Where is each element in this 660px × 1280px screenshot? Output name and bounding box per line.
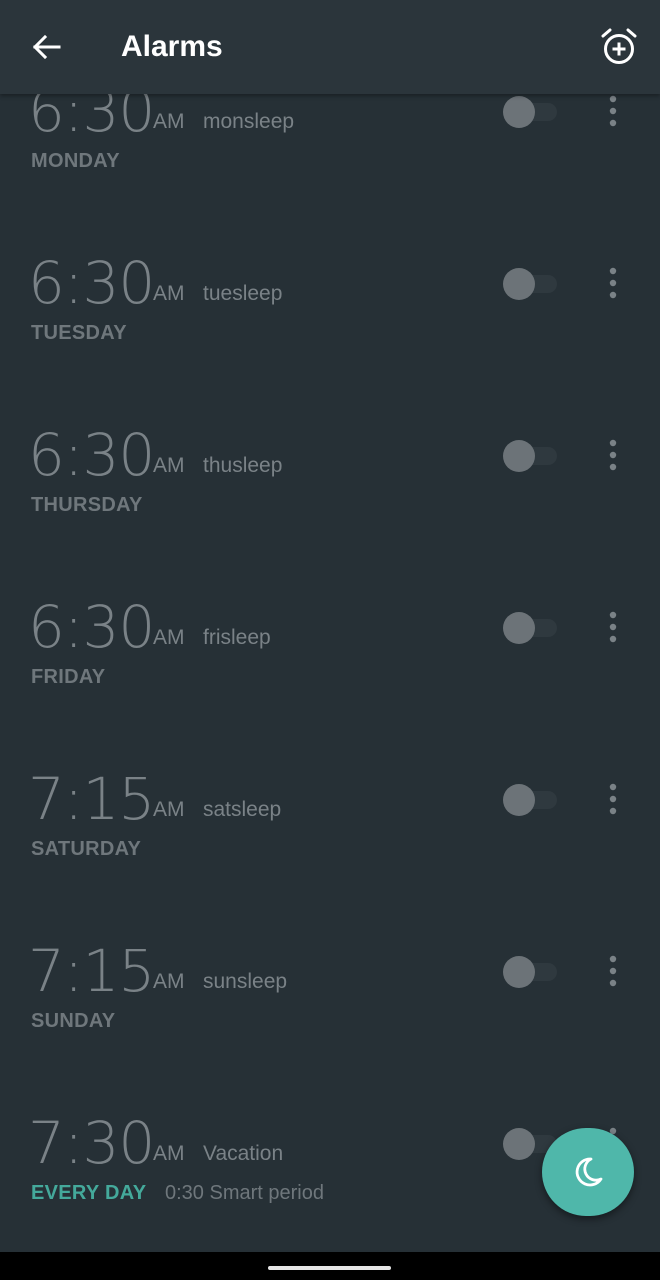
alarm-item[interactable]: 6:30 AM monsleep MONDAY [0,78,660,250]
alarm-days: FRIDAY [31,666,106,688]
alarm-label: Vacation [203,1142,284,1165]
alarm-days: TUESDAY [31,322,127,344]
alarm-label: frisleep [203,626,271,649]
alarm-item[interactable]: 7:15 AM sunsleep SUNDAY [0,938,660,1110]
toggle-thumb [503,612,535,644]
alarm-item[interactable]: 6:30 AM tuesleep TUESDAY [0,250,660,422]
alarm-time: 7:15 [28,937,155,1005]
alarm-ampm: AM [153,970,185,993]
alarm-toggle[interactable] [503,440,559,472]
alarm-ampm: AM [153,1142,185,1165]
more-vert-icon[interactable] [598,952,628,990]
alarm-time: 6:30 [28,593,155,661]
alarm-toggle[interactable] [503,268,559,300]
more-vert-icon[interactable] [598,92,628,130]
alarm-label: thusleep [203,454,283,477]
alarm-ampm: AM [153,282,185,305]
page-title: Alarms [121,30,223,63]
alarm-toggle[interactable] [503,956,559,988]
alarm-time: 6:30 [28,249,155,317]
alarm-item[interactable]: 7:15 AM satsleep SATURDAY [0,766,660,938]
alarm-ampm: AM [153,626,185,649]
sleep-fab-button[interactable] [542,1128,634,1216]
alarm-item[interactable]: 6:30 AM frisleep FRIDAY [0,594,660,766]
alarm-item[interactable]: 6:30 AM thusleep THURSDAY [0,422,660,594]
toggle-thumb [503,956,535,988]
alarm-label: monsleep [203,110,295,133]
alarm-ampm: AM [153,798,185,821]
toggle-thumb [503,96,535,128]
alarm-add-icon[interactable] [596,24,642,70]
smart-period: 0:30 Smart period [165,1182,324,1204]
alarm-list[interactable]: 6:30 AM monsleep MONDAY 6:30 AM tuesleep… [0,0,660,1252]
alarm-time: 6:30 [28,421,155,489]
alarm-label: sunsleep [203,970,288,993]
alarm-ampm: AM [153,454,185,477]
alarm-days: EVERY DAY [31,1182,147,1204]
more-vert-icon[interactable] [598,608,628,646]
alarm-days: THURSDAY [31,494,143,516]
alarm-ampm: AM [153,110,185,133]
alarm-time: 7:30 [28,1109,155,1177]
more-vert-icon[interactable] [598,436,628,474]
alarm-toggle[interactable] [503,612,559,644]
toggle-thumb [503,268,535,300]
system-nav-bar [0,1252,660,1280]
alarm-days: SUNDAY [31,1010,116,1032]
toggle-thumb [503,784,535,816]
alarm-toggle[interactable] [503,96,559,128]
arrow-left-icon[interactable] [24,25,68,69]
app-bar: Alarms [0,0,660,94]
more-vert-icon[interactable] [598,264,628,302]
more-vert-icon[interactable] [598,780,628,818]
home-handle[interactable] [268,1266,391,1270]
alarm-label: tuesleep [203,282,283,305]
alarm-toggle[interactable] [503,784,559,816]
toggle-thumb [503,1128,535,1160]
alarm-days: MONDAY [31,150,120,172]
toggle-thumb [503,440,535,472]
alarm-time: 7:15 [28,765,155,833]
alarm-label: satsleep [203,798,282,821]
alarm-days: SATURDAY [31,838,142,860]
moon-icon [575,1157,603,1187]
